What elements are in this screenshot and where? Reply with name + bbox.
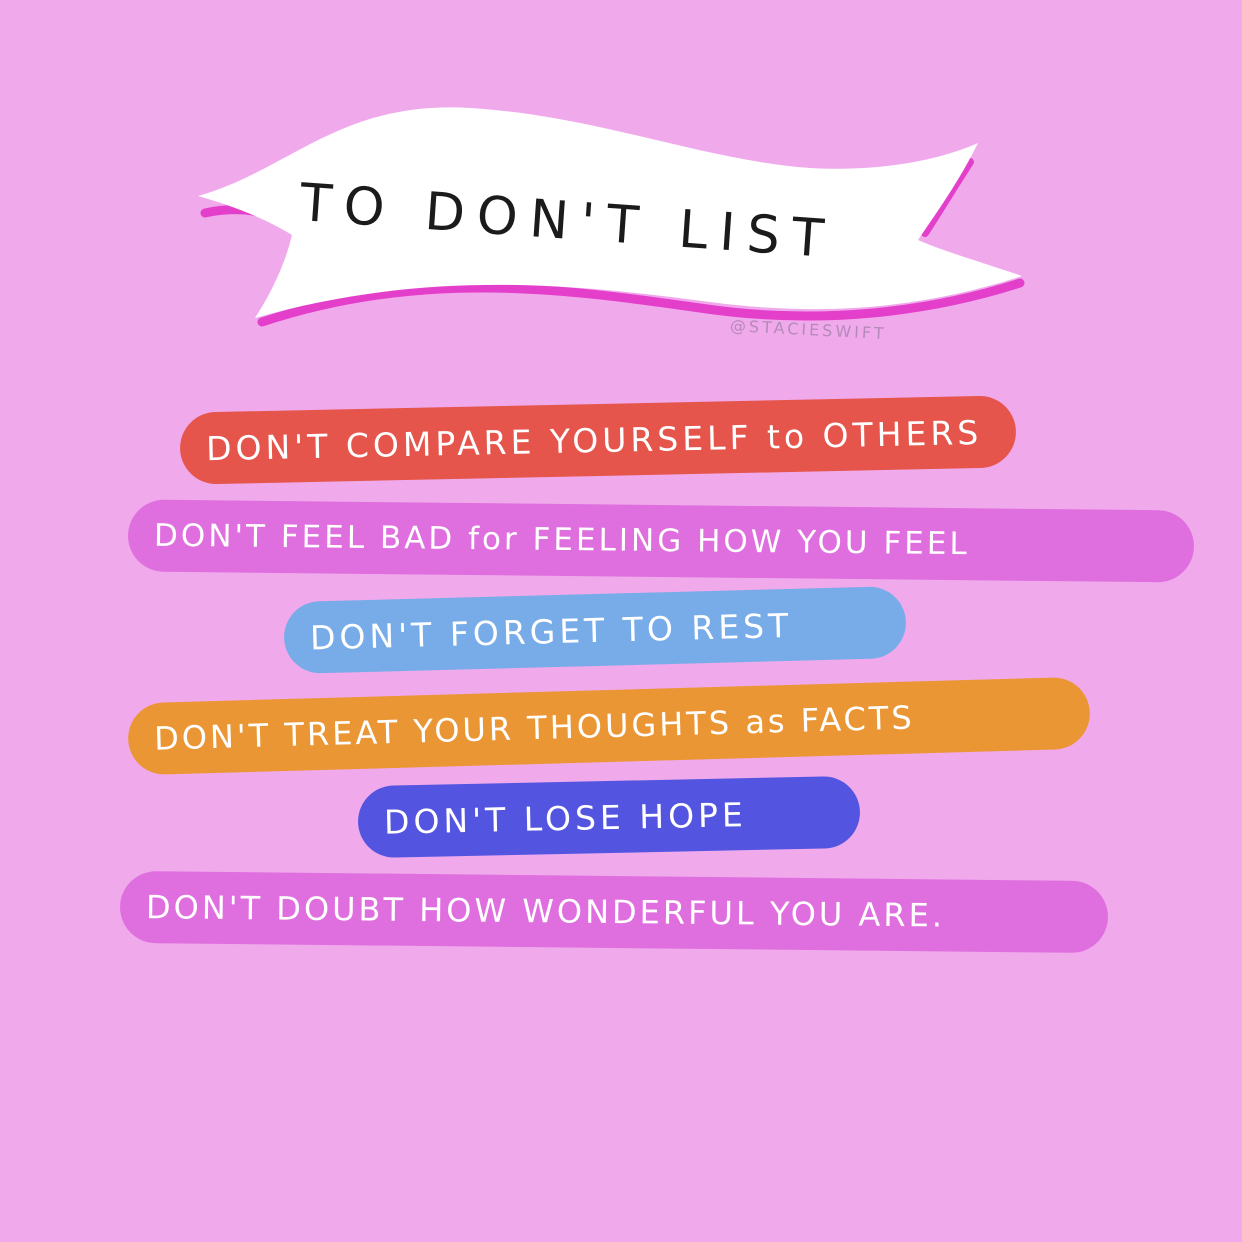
list-item-text: DON'T FEEL BAD for FEELING HOW YOU FEEL — [153, 517, 970, 563]
list-item: DON'T LOSE HOPE — [357, 775, 861, 859]
list-item-text: DON'T DOUBT HOW WONDERFUL YOU ARE. — [145, 888, 946, 935]
list-item-text: DON'T LOSE HOPE — [383, 794, 748, 842]
list-item-text: DON'T COMPARE YOURSELF to OTHERS — [205, 412, 983, 468]
poster: TO DON'T LIST @STACIESWIFT DON'T COMPARE… — [0, 0, 1242, 1242]
list-item: DON'T FEEL BAD for FEELING HOW YOU FEEL — [127, 499, 1195, 583]
list-item: DON'T DOUBT HOW WONDERFUL YOU ARE. — [119, 870, 1109, 954]
list-item-text: DON'T FORGET TO REST — [309, 605, 793, 657]
list-item-text: DON'T TREAT YOUR THOUGHTS as FACTS — [153, 698, 916, 758]
